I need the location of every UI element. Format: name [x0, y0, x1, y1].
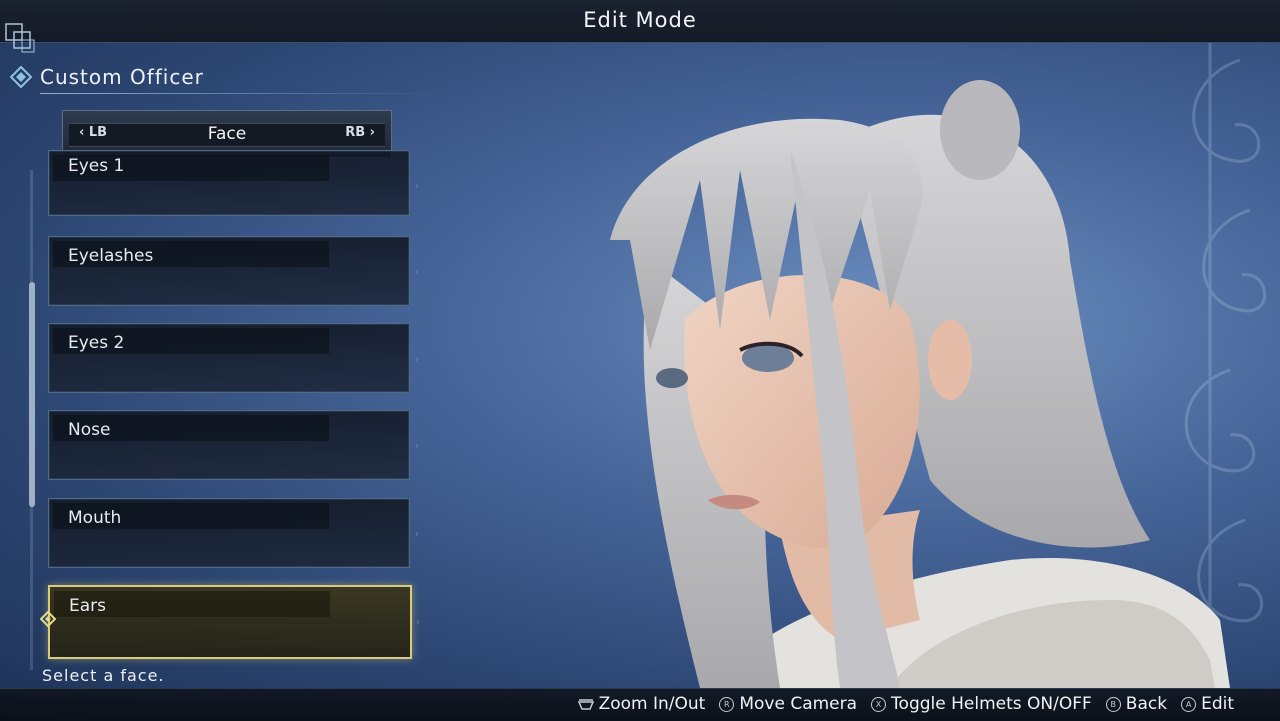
section-header: Custom Officer: [10, 62, 204, 92]
zoom-label: Zoom In/Out: [598, 694, 706, 714]
chevron-right-icon: ›: [415, 529, 419, 540]
section-title: Custom Officer: [40, 65, 204, 89]
menu-item-eyes-2[interactable]: Eyes 2 ›: [48, 323, 419, 393]
move-camera-control[interactable]: R Move Camera: [719, 694, 857, 714]
move-camera-label: Move Camera: [739, 694, 858, 714]
a-button-icon: A: [1181, 696, 1197, 712]
section-divider: [40, 93, 440, 94]
trigger-icon: [577, 698, 594, 710]
hint-text: Select a face.: [42, 666, 165, 685]
title-bar: Edit Mode: [0, 0, 1280, 43]
back-control[interactable]: B Back: [1105, 694, 1168, 714]
toggle-helmets-control[interactable]: X Toggle Helmets ON/OFF: [871, 694, 1092, 714]
corner-ornament-icon: [5, 23, 35, 53]
chevron-right-icon: ›: [415, 354, 419, 365]
chevron-right-icon: ›: [416, 617, 420, 628]
zoom-control[interactable]: Zoom In/Out: [577, 694, 706, 714]
character-preview: [610, 80, 1230, 688]
current-tab-label: Face: [207, 124, 247, 144]
menu-item-eyes-1[interactable]: Eyes 1 ›: [48, 150, 419, 216]
edit-control[interactable]: A Edit: [1181, 694, 1234, 714]
menu-item-ears[interactable]: Ears ›: [48, 585, 420, 659]
rb-label: RB: [345, 125, 366, 140]
screen-title: Edit Mode: [583, 8, 697, 32]
menu-item-label: Ears: [69, 596, 107, 616]
menu-item-mouth[interactable]: Mouth ›: [48, 498, 419, 568]
toggle-helmets-label: Toggle Helmets ON/OFF: [891, 694, 1092, 714]
menu-item-label: Eyes 2: [68, 333, 125, 353]
menu-item-label: Eyes 1: [68, 156, 125, 176]
chevron-right-icon: ›: [415, 441, 419, 452]
diamond-icon: [10, 66, 32, 88]
menu-item-nose[interactable]: Nose ›: [48, 410, 419, 480]
next-tab-button[interactable]: RB ›: [345, 125, 375, 140]
controls-footer: Zoom In/Out R Move Camera X Toggle Helme…: [0, 688, 1280, 721]
b-button-icon: B: [1105, 696, 1121, 712]
menu-item-eyelashes[interactable]: Eyelashes ›: [48, 236, 419, 306]
menu-item-label: Mouth: [68, 508, 122, 528]
selection-cursor-icon: [40, 611, 56, 627]
menu-item-label: Eyelashes: [68, 246, 154, 266]
r-stick-icon: R: [719, 696, 735, 712]
back-label: Back: [1125, 694, 1168, 714]
chevron-right-icon: ›: [415, 181, 419, 192]
menu-item-label: Nose: [68, 420, 111, 440]
edit-label: Edit: [1201, 694, 1234, 714]
scrollbar-thumb[interactable]: [29, 282, 35, 507]
chevron-right-icon: ›: [415, 267, 419, 278]
x-button-icon: X: [871, 696, 887, 712]
